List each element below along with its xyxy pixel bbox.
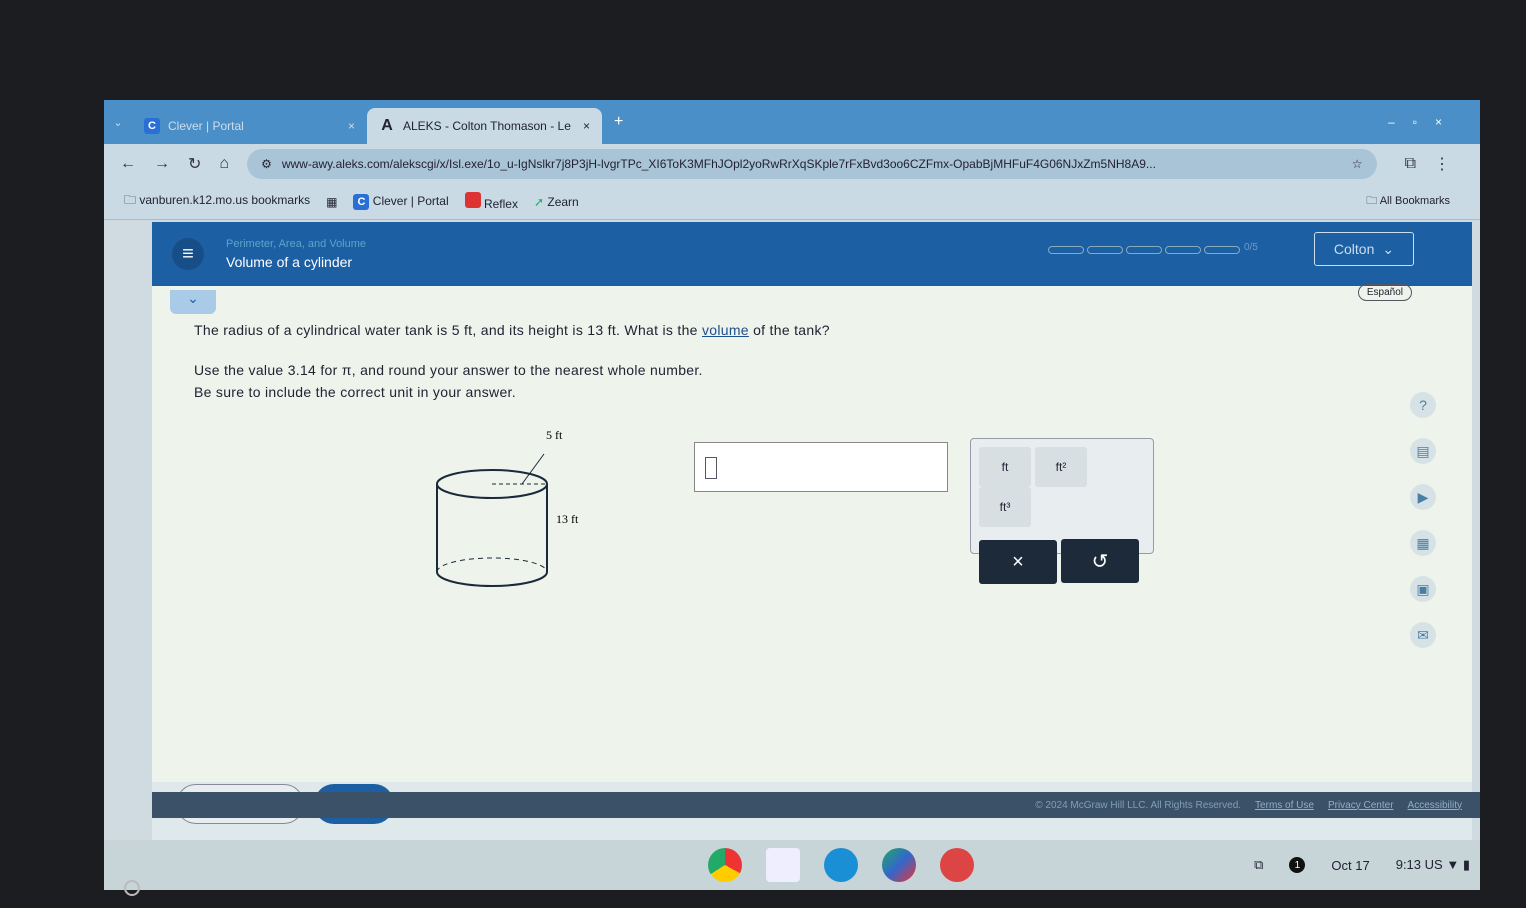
browser-toolbar: ← → ↻ ⌂ ⚙ www-awy.aleks.com/alekscgi/x/Isl.e…: [104, 144, 1480, 184]
bookmark-clever[interactable]: C Clever | Portal: [353, 193, 449, 210]
user-name: Colton: [1333, 241, 1375, 257]
clever-icon: C: [144, 118, 160, 134]
reflex-icon: [464, 192, 481, 208]
key-ft3[interactable]: ft³: [979, 487, 1031, 527]
bookmark-label: Zearn: [547, 194, 579, 209]
calculator-icon[interactable]: ▤: [1410, 438, 1436, 464]
page-title: Volume of a cylinder: [226, 254, 353, 270]
copyright: © 2024 McGraw Hill LLC. All Rights Reser…: [1035, 799, 1242, 811]
bookmark-label: Clever | Portal: [372, 193, 449, 208]
key-ft[interactable]: ft: [979, 447, 1031, 487]
window-controls[interactable]: –▫×: [1388, 115, 1460, 129]
all-bookmarks[interactable]: 🗀 All Bookmarks: [1366, 192, 1450, 211]
extensions-icon[interactable]: ⧉: [1405, 155, 1416, 173]
all-bookmarks-label: All Bookmarks: [1379, 195, 1450, 207]
address-bar[interactable]: ⚙ www-awy.aleks.com/alekscgi/x/Isl.exe/1o…: [247, 149, 1377, 179]
bookmark-zearn[interactable]: ➚ Zearn: [534, 195, 579, 209]
play-store-icon[interactable]: [882, 848, 916, 882]
clever-icon: C: [353, 193, 370, 210]
close-tab-icon[interactable]: ×: [348, 119, 355, 133]
tab-clever[interactable]: C Clever | Portal ×: [132, 108, 367, 144]
bookmark-reflex[interactable]: Reflex: [464, 192, 518, 211]
chrome-icon[interactable]: [708, 848, 742, 882]
bookmark-star-icon[interactable]: ☆: [1352, 157, 1363, 171]
espanol-button[interactable]: Español: [1357, 284, 1412, 301]
dictionary-icon[interactable]: ▣: [1410, 576, 1436, 602]
cursor-box: [705, 457, 717, 479]
chevron-down-icon: ⌄: [1382, 240, 1395, 257]
mail-icon[interactable]: ✉: [1410, 622, 1436, 648]
launcher-icon[interactable]: [124, 880, 140, 896]
reload-icon[interactable]: ↻: [188, 154, 201, 174]
calendar-icon[interactable]: [766, 848, 800, 882]
question-line-3: Be sure to include the correct unit in y…: [194, 384, 516, 400]
unit-keypad: ft ft²ft³ × ↺: [970, 438, 1154, 584]
question-text: of the tank?: [748, 322, 830, 338]
site-info-icon[interactable]: ⚙: [261, 157, 272, 171]
tab-label: Clever | Portal: [168, 119, 244, 133]
footer: © 2024 McGraw Hill LLC. All Rights Reser…: [152, 792, 1480, 818]
menu-icon[interactable]: ⋮: [1434, 154, 1450, 174]
aleks-app: ≡ Perimeter, Area, and Volume Volume of a…: [152, 222, 1472, 782]
os-shelf: ⧉ 1 Oct 17 9:13 US ▼ ▮: [104, 840, 1480, 890]
undo-button[interactable]: ↺: [1061, 539, 1139, 583]
aleks-header: ≡ Perimeter, Area, and Volume Volume of a…: [152, 222, 1472, 286]
question-text: The radius of a cylindrical water tank i…: [194, 322, 702, 338]
video-icon[interactable]: ▶: [1410, 484, 1436, 510]
question-line-2: Use the value 3.14 for π, and round your…: [194, 362, 703, 378]
terms-link[interactable]: Terms of Use: [1255, 800, 1314, 811]
screen: ⌄ C Clever | Portal × A ALEKS - Colton Thom…: [104, 100, 1480, 890]
answer-input[interactable]: [694, 442, 948, 492]
hamburger-menu-icon[interactable]: ≡: [172, 238, 204, 270]
collapse-chevron-icon[interactable]: ⌄: [170, 290, 216, 314]
cylinder-diagram: 5 ft 13 ft: [434, 428, 604, 597]
bookmark-label: vanburen.k12.mo.us bookmarks: [139, 193, 311, 207]
tab-strip: ⌄ C Clever | Portal × A ALEKS - Colton Thom…: [104, 100, 1480, 144]
progress-bar: [1048, 246, 1240, 254]
user-menu[interactable]: Colton ⌄: [1314, 232, 1414, 266]
height-label: 13 ft: [556, 512, 579, 526]
date: Oct 17: [1331, 857, 1370, 873]
files-icon[interactable]: [824, 848, 858, 882]
url-text: www-awy.aleks.com/alekscgi/x/Isl.exe/1o_…: [281, 157, 1156, 171]
forward-icon[interactable]: →: [154, 155, 170, 173]
wifi-icon: ▼: [1446, 857, 1460, 872]
time: 9:13: [1395, 857, 1422, 872]
system-tray[interactable]: ⧉ 1 Oct 17 9:13 US ▼ ▮: [1254, 857, 1470, 873]
apps-icon[interactable]: ▦: [326, 195, 337, 209]
question-line-1: The radius of a cylindrical water tank i…: [194, 322, 830, 338]
cylinder-figure: [436, 453, 548, 587]
volume-link[interactable]: volume: [702, 322, 749, 338]
zearn-icon: ➚: [533, 194, 545, 209]
tab-label: ALEKS - Colton Thomason - Le: [403, 119, 571, 133]
progress-text: 0/5: [1244, 242, 1258, 253]
key-ft2[interactable]: ft²: [1035, 447, 1087, 487]
back-icon[interactable]: ←: [120, 155, 136, 173]
bookmark-folder[interactable]: 🗀 vanburen.k12.mo.us bookmarks: [124, 191, 310, 212]
home-icon[interactable]: ⌂: [219, 155, 229, 173]
bookmark-label: Reflex: [483, 197, 518, 211]
textbook-icon[interactable]: ▦: [1410, 530, 1436, 556]
tab-aleks[interactable]: A ALEKS - Colton Thomason - Le ×: [367, 108, 602, 144]
topic-label: Perimeter, Area, and Volume: [226, 238, 367, 250]
tab-search-icon[interactable]: ⌄: [104, 116, 132, 129]
accessibility-link[interactable]: Accessibility: [1408, 800, 1462, 811]
screen-capture-icon[interactable]: ⧉: [1254, 857, 1263, 873]
side-toolbar: ? ▤ ▶ ▦ ▣ ✉: [1410, 392, 1436, 648]
notification-badge[interactable]: 1: [1289, 857, 1306, 873]
bookmarks-bar: 🗀 vanburen.k12.mo.us bookmarks ▦ C Cleve…: [104, 184, 1480, 220]
help-icon[interactable]: ?: [1410, 392, 1436, 418]
close-tab-icon[interactable]: ×: [583, 119, 590, 133]
locale: US: [1424, 857, 1443, 872]
new-tab-icon[interactable]: +: [614, 113, 623, 131]
privacy-link[interactable]: Privacy Center: [1328, 800, 1394, 811]
aleks-icon: A: [381, 117, 393, 134]
canvas-icon[interactable]: [940, 848, 974, 882]
clear-button[interactable]: ×: [979, 540, 1057, 584]
radius-label: 5 ft: [546, 428, 563, 442]
battery-icon: ▮: [1462, 857, 1470, 872]
